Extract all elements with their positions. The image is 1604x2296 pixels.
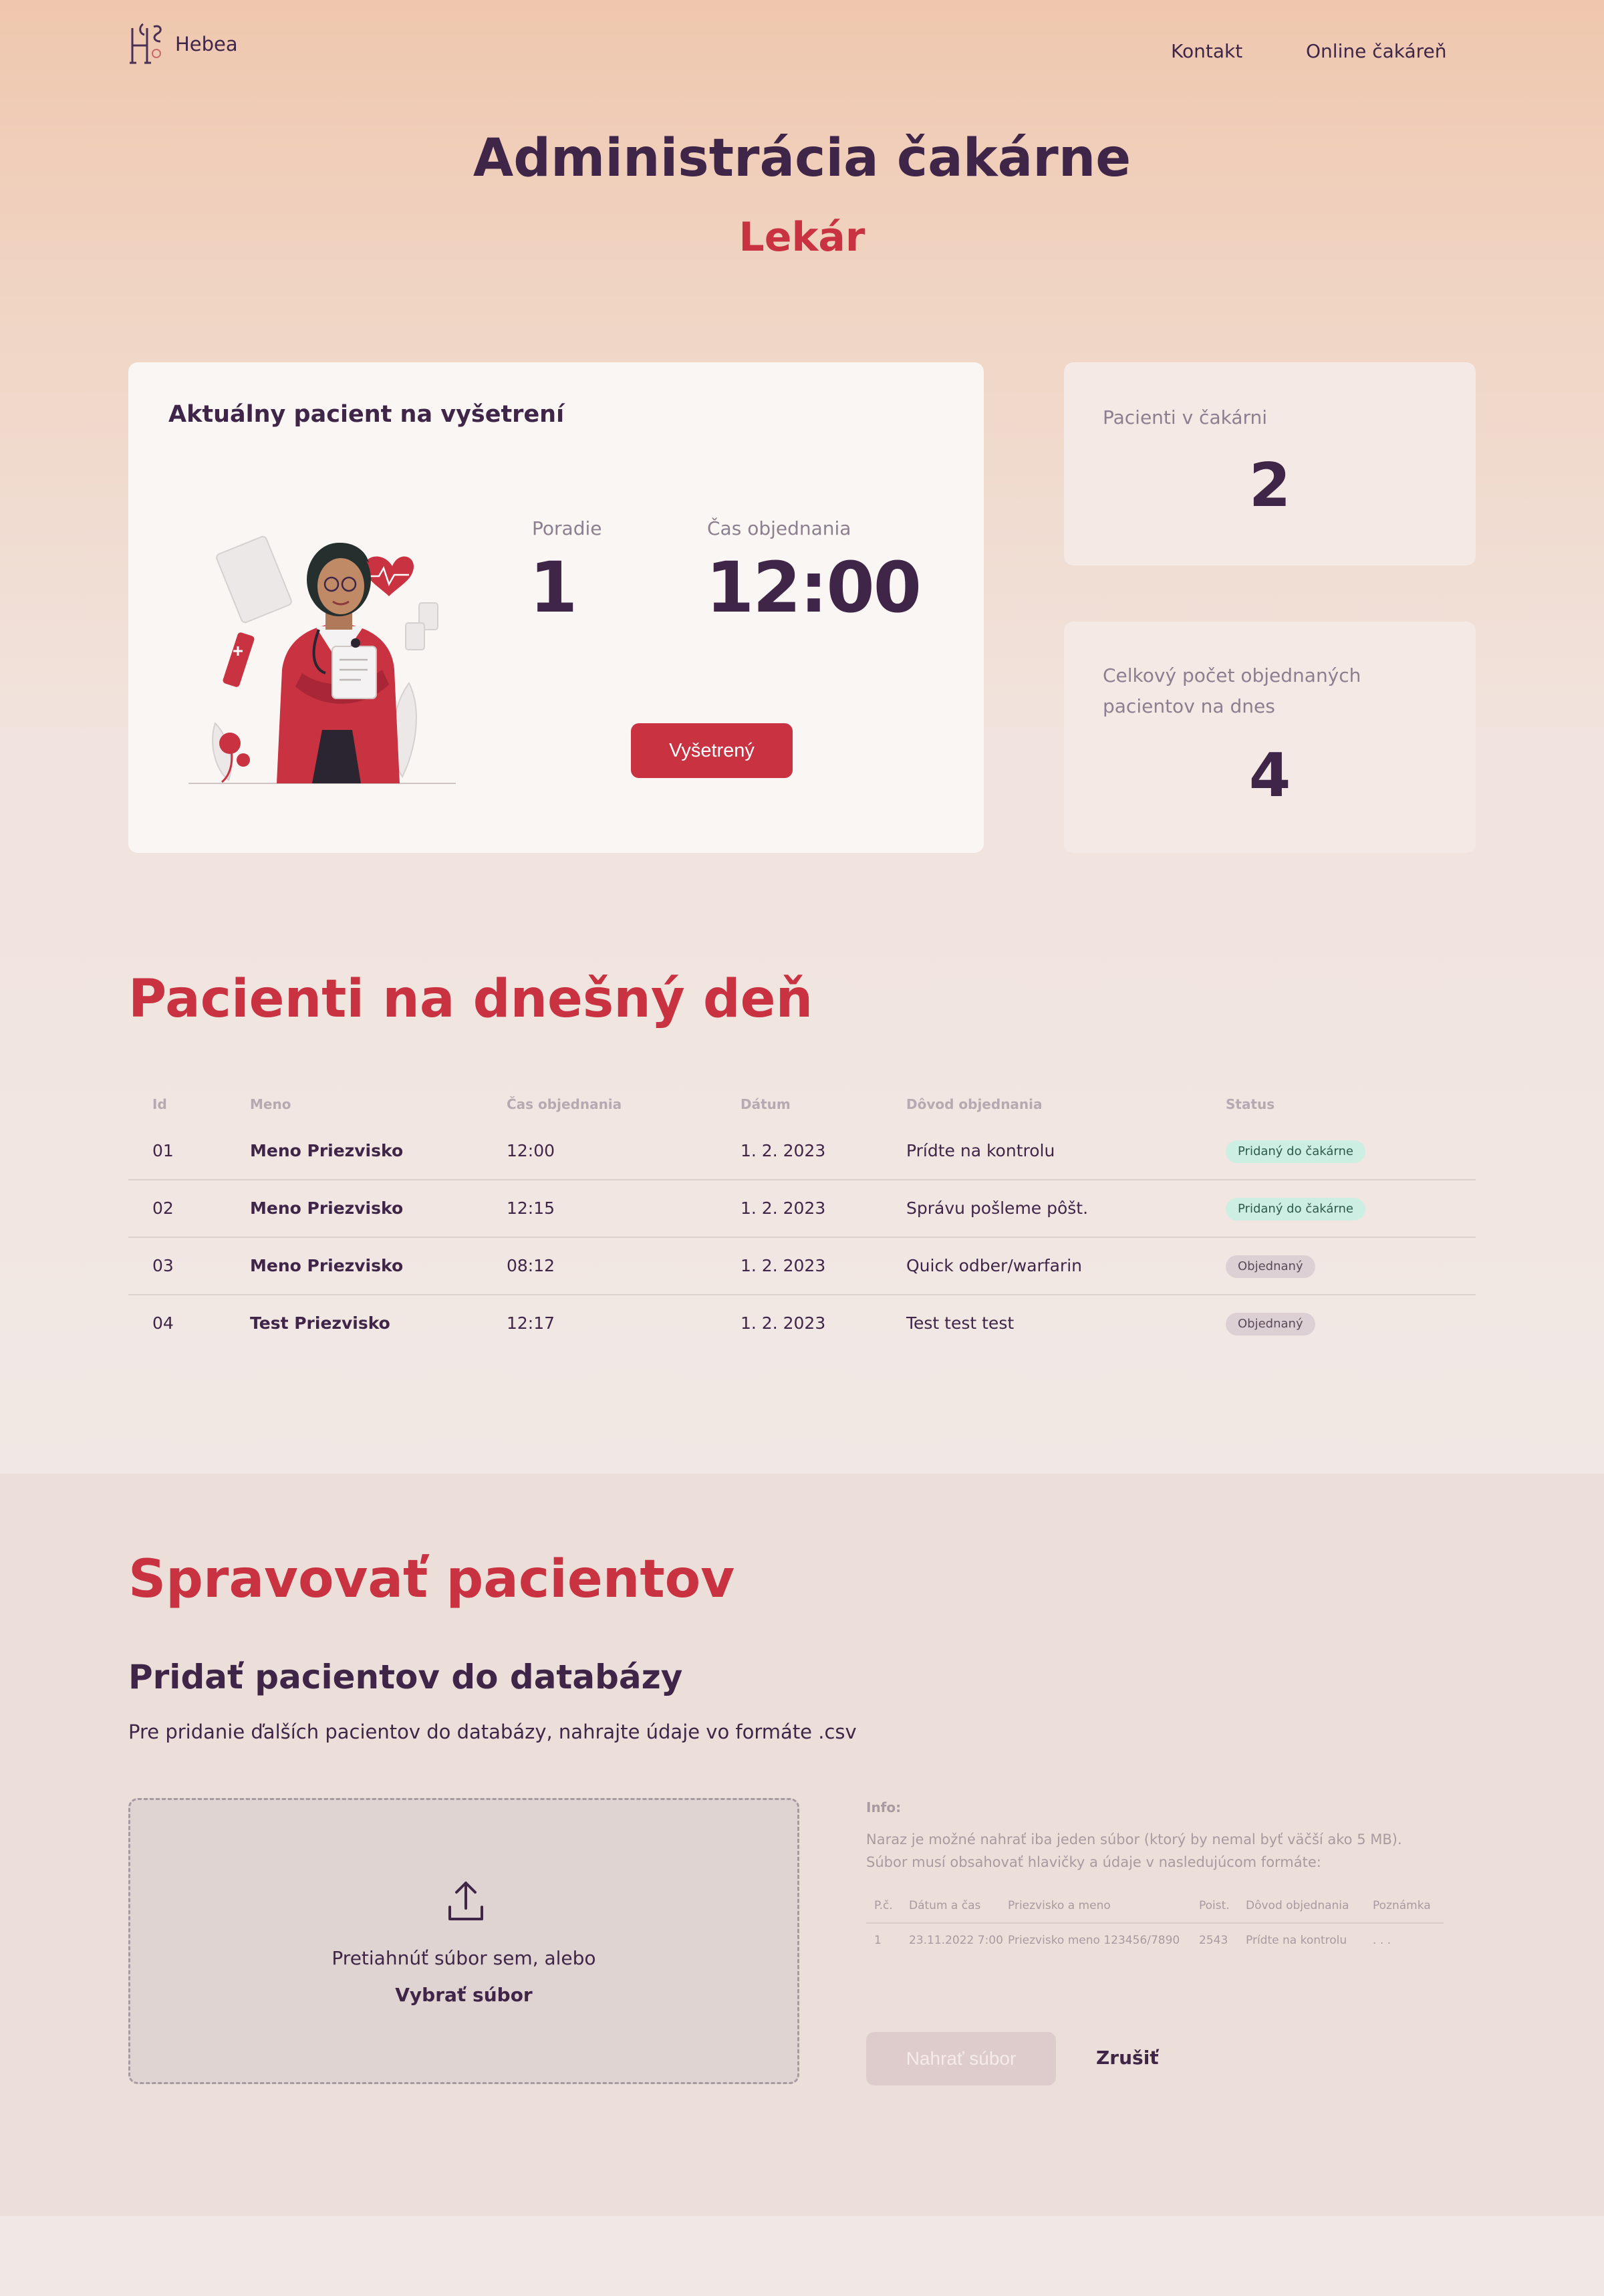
cell-name: Test Priezvisko — [250, 1313, 390, 1333]
format-header-cell: Poznámka — [1373, 1899, 1431, 1912]
format-data-cell: Priezvisko meno 123456/7890 — [1008, 1934, 1180, 1947]
column-header-name: Meno — [250, 1096, 291, 1112]
doctor-illustration — [188, 535, 456, 784]
cell-reason: Prídte na kontrolu — [906, 1141, 1055, 1160]
table-row[interactable]: 01 Meno Priezvisko 12:00 1. 2. 2023 Príd… — [128, 1123, 1476, 1180]
cell-time: 12:15 — [507, 1198, 555, 1218]
upload-file-button[interactable]: Nahrať súbor — [866, 2032, 1056, 2085]
cell-reason: Quick odber/warfarin — [906, 1256, 1082, 1275]
format-header-row: P.č. Dátum a čas Priezvisko a meno Poist… — [866, 1889, 1444, 1924]
current-patient-card: Aktuálny pacient na vyšetrení Poradie 1 … — [128, 362, 984, 853]
cell-time: 08:12 — [507, 1256, 555, 1275]
column-header-reason: Dôvod objednania — [906, 1096, 1043, 1112]
format-example-table: P.č. Dátum a čas Priezvisko a meno Poist… — [866, 1889, 1444, 1957]
choose-file-link[interactable]: Vybrať súbor — [130, 1984, 797, 2006]
format-data-cell: Prídte na kontrolu — [1246, 1934, 1347, 1947]
patients-table: Id Meno Čas objednania Dátum Dôvod objed… — [128, 1088, 1476, 1352]
format-header-cell: Dátum a čas — [909, 1899, 981, 1912]
current-patient-title: Aktuálny pacient na vyšetrení — [168, 401, 565, 428]
nav-link-kontakt[interactable]: Kontakt — [1171, 40, 1242, 62]
page-title: Administrácia čakárne — [473, 128, 1131, 188]
format-data-cell: 1 — [874, 1934, 882, 1947]
table-row[interactable]: 04 Test Priezvisko 12:17 1. 2. 2023 Test… — [128, 1295, 1476, 1352]
info-text: Naraz je možné nahrať iba jeden súbor (k… — [866, 1828, 1468, 1874]
format-data-cell: . . . — [1373, 1934, 1391, 1947]
column-header-time: Čas objednania — [507, 1096, 622, 1112]
format-data-cell: 2543 — [1199, 1934, 1228, 1947]
cell-date: 1. 2. 2023 — [741, 1141, 826, 1160]
add-patients-title: Pridať pacientov do databázy — [128, 1658, 683, 1696]
waiting-patients-card: Pacienti v čakárni 2 — [1064, 362, 1476, 565]
cell-id: 01 — [152, 1141, 174, 1160]
info-line: Súbor musí obsahovať hlavičky a údaje v … — [866, 1854, 1321, 1870]
format-header-cell: Priezvisko a meno — [1008, 1899, 1111, 1912]
waiting-patients-value: 2 — [1248, 451, 1291, 521]
order-label: Poradie — [532, 517, 602, 539]
status-badge: Objednaný — [1226, 1313, 1315, 1335]
logo[interactable]: Hebea — [127, 21, 238, 67]
file-dropzone[interactable]: Pretiahnúť súbor sem, alebo Vybrať súbor — [128, 1798, 799, 2084]
status-badge: Pridaný do čakárne — [1226, 1140, 1365, 1163]
total-patients-value: 4 — [1248, 741, 1291, 811]
cell-reason: Správu pošleme pôšt. — [906, 1198, 1089, 1218]
cell-name: Meno Priezvisko — [250, 1198, 404, 1218]
footer-area — [0, 2216, 1604, 2296]
cancel-button[interactable]: Zrušiť — [1096, 2047, 1159, 2069]
info-line: Naraz je možné nahrať iba jeden súbor (k… — [866, 1831, 1402, 1847]
cell-reason: Test test test — [906, 1313, 1015, 1333]
cell-id: 03 — [152, 1256, 174, 1275]
column-header-date: Dátum — [741, 1096, 791, 1112]
info-title: Info: — [866, 1799, 902, 1815]
nav-link-online-cakaren[interactable]: Online čakáreň — [1306, 40, 1447, 62]
cell-time: 12:00 — [507, 1141, 555, 1160]
table-row[interactable]: 02 Meno Priezvisko 12:15 1. 2. 2023 Sprá… — [128, 1180, 1476, 1238]
format-header-cell: P.č. — [874, 1899, 893, 1912]
cell-date: 1. 2. 2023 — [741, 1198, 826, 1218]
status-badge: Pridaný do čakárne — [1226, 1198, 1365, 1221]
format-header-cell: Poist. — [1199, 1899, 1230, 1912]
manage-patients-title: Spravovať pacientov — [128, 1549, 735, 1610]
table-header: Id Meno Čas objednania Dátum Dôvod objed… — [128, 1088, 1476, 1123]
cell-date: 1. 2. 2023 — [741, 1313, 826, 1333]
format-data-row: 1 23.11.2022 7:00 Priezvisko meno 123456… — [866, 1924, 1444, 1957]
cell-date: 1. 2. 2023 — [741, 1256, 826, 1275]
dropzone-text: Pretiahnúť súbor sem, alebo — [331, 1947, 596, 1969]
cell-name: Meno Priezvisko — [250, 1141, 404, 1160]
column-header-status: Status — [1226, 1096, 1275, 1112]
appointment-time-value: 12:00 — [706, 547, 922, 628]
appointment-time-label: Čas objednania — [707, 517, 851, 539]
page-subtitle: Lekár — [739, 214, 865, 261]
status-badge: Objednaný — [1226, 1255, 1315, 1278]
upload-icon — [448, 1882, 483, 1920]
logo-text: Hebea — [175, 33, 238, 55]
examined-button[interactable]: Vyšetrený — [631, 723, 793, 778]
column-header-id: Id — [152, 1096, 167, 1112]
order-value: 1 — [529, 547, 577, 628]
total-patients-card: Celkový počet objednaných pacientov na d… — [1064, 622, 1476, 853]
table-row[interactable]: 03 Meno Priezvisko 08:12 1. 2. 2023 Quic… — [128, 1238, 1476, 1295]
patients-today-title: Pacienti na dnešný deň — [128, 969, 813, 1029]
cell-id: 04 — [152, 1313, 174, 1333]
cell-time: 12:17 — [507, 1313, 555, 1333]
cell-id: 02 — [152, 1198, 174, 1218]
total-patients-label: Celkový počet objednaných pacientov na d… — [1103, 664, 1361, 717]
logo-monogram-icon — [130, 23, 162, 64]
waiting-patients-label: Pacienti v čakárni — [1103, 406, 1268, 428]
cell-name: Meno Priezvisko — [250, 1256, 404, 1275]
add-patients-description: Pre pridanie ďalších pacientov do databá… — [128, 1720, 857, 1743]
format-header-cell: Dôvod objednania — [1246, 1899, 1349, 1912]
format-data-cell: 23.11.2022 7:00 — [909, 1934, 1003, 1947]
